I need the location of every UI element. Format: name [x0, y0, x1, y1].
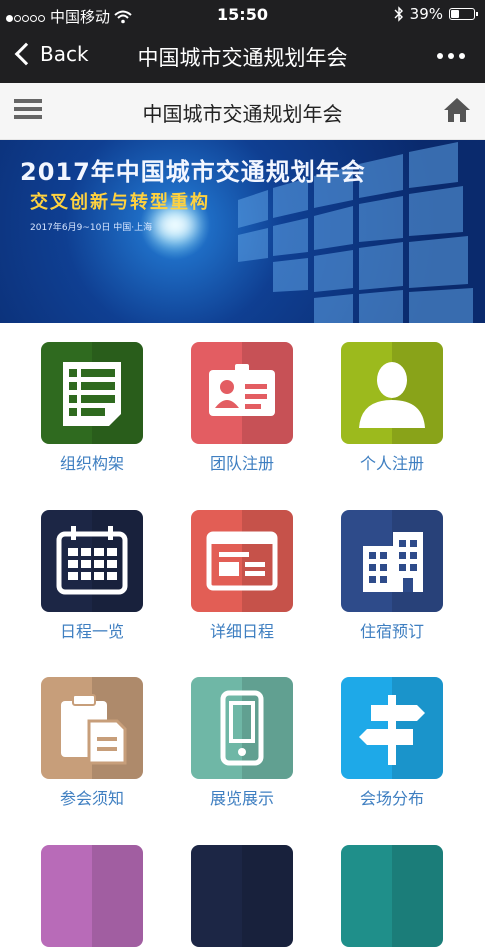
nav-title: 中国城市交通规划年会: [137, 46, 348, 70]
tile-detailed-schedule: [191, 510, 293, 612]
grid-label: 详细日程: [209, 622, 274, 641]
grid-item-venue-map[interactable]: 会场分布: [327, 677, 457, 809]
conference-banner[interactable]: 2017年中国城市交通规划年会 交叉创新与转型重构 2017年6月9~10日 中…: [0, 140, 485, 323]
id-card-icon: [209, 364, 275, 416]
grid-label: 日程一览: [59, 622, 124, 641]
battery-icon: [449, 8, 478, 20]
banner-title: 2017年中国城市交通规划年会: [20, 158, 366, 186]
grid-label: 展览展示: [209, 789, 274, 808]
banner-subtitle: 交叉创新与转型重构: [30, 192, 210, 213]
status-right: 39%: [394, 5, 478, 23]
grid-item-attendee-notice[interactable]: 参会须知: [27, 677, 157, 809]
grid-item-partial[interactable]: [27, 845, 157, 947]
tile-attendee-notice: [41, 677, 143, 779]
mobile-device-icon: [220, 690, 264, 766]
org-chart-icon: [63, 362, 121, 426]
tile-personal-registration: [341, 342, 443, 444]
grid-label: 团队注册: [209, 454, 274, 473]
light-flare: [155, 210, 195, 240]
grid-item-accommodation[interactable]: 住宿预订: [327, 510, 457, 642]
calendar-icon: [56, 526, 128, 595]
tile-organization: [41, 342, 143, 444]
tile-schedule-overview: [41, 510, 143, 612]
grid-item-detailed-schedule[interactable]: 详细日程: [177, 510, 307, 642]
banner-date-line: 2017年6月9~10日 中国·上海: [30, 223, 153, 233]
grid-label: 住宿预订: [359, 622, 424, 641]
grid-label: 参会须知: [59, 789, 124, 808]
page-title: 中国城市交通规划年会: [142, 102, 343, 126]
grid-item-organization[interactable]: 组织构架: [27, 342, 157, 474]
grid-item-exhibition[interactable]: 展览展示: [177, 677, 307, 809]
grid-item-team-registration[interactable]: 团队注册: [177, 342, 307, 474]
bluetooth-icon: [394, 6, 403, 22]
building-icon: [363, 532, 423, 592]
status-bar: 中国移动 15:50 39%: [0, 0, 485, 30]
grid-label: 组织构架: [59, 454, 124, 473]
tile-exhibition: [191, 677, 293, 779]
battery-percent: 39%: [409, 5, 443, 23]
more-options-button[interactable]: [437, 53, 465, 59]
grid-label: 会场分布: [359, 789, 424, 808]
grid-item-schedule-overview[interactable]: 日程一览: [27, 510, 157, 642]
tile-team-registration: [191, 342, 293, 444]
clipboard-icon: [61, 694, 127, 765]
more-dots-icon: [437, 53, 443, 59]
tile-partial: [41, 845, 143, 947]
tile-venue-map: [341, 677, 443, 779]
page-header: 中国城市交通规划年会: [0, 83, 485, 140]
grid-label: 个人注册: [359, 454, 424, 473]
grid-item-partial[interactable]: [327, 845, 457, 947]
navigation-bar: Back 中国城市交通规划年会: [0, 30, 485, 83]
tile-partial: [341, 845, 443, 947]
tile-partial: [191, 845, 293, 947]
browser-window-icon: [206, 531, 278, 591]
signpost-icon: [359, 695, 425, 765]
grid-item-personal-registration[interactable]: 个人注册: [327, 342, 457, 474]
user-icon: [359, 362, 425, 428]
tile-accommodation: [341, 510, 443, 612]
home-icon[interactable]: [442, 95, 472, 125]
grid-item-partial[interactable]: [177, 845, 307, 947]
